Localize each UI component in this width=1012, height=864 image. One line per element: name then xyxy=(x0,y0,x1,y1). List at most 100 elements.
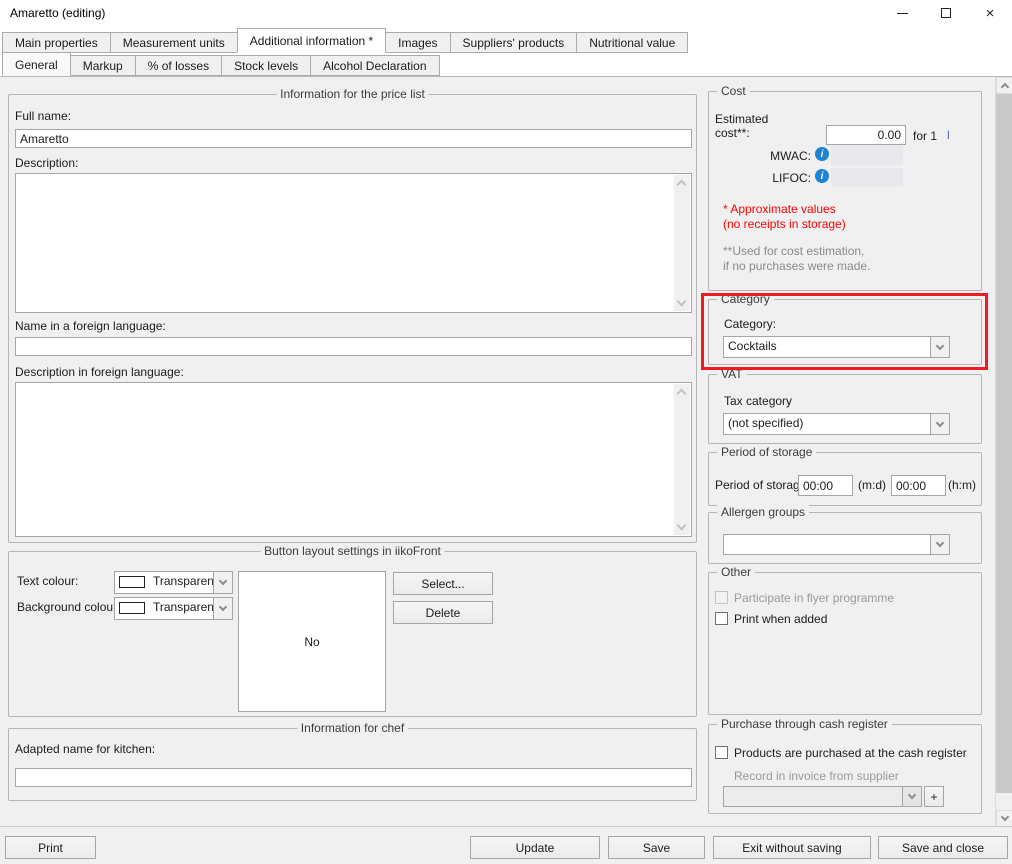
scroll-up-icon xyxy=(677,389,687,399)
text-colour-combo[interactable]: Transparent xyxy=(114,571,233,594)
subtab-stock-levels[interactable]: Stock levels xyxy=(221,55,311,76)
button-layout-group: Button layout settings in iikoFront Text… xyxy=(8,551,697,717)
flyer-programme-checkbox xyxy=(715,591,728,604)
colour-swatch-icon xyxy=(119,576,145,588)
tab-main-properties[interactable]: Main properties xyxy=(2,32,111,53)
exit-without-saving-button[interactable]: Exit without saving xyxy=(713,836,871,859)
dropdown-button[interactable] xyxy=(930,337,949,357)
tab-images[interactable]: Images xyxy=(385,32,450,53)
vat-group: VAT Tax category (not specified) xyxy=(708,374,982,444)
foreign-description-textarea[interactable] xyxy=(15,382,692,537)
estimated-cost-input[interactable] xyxy=(826,125,906,145)
sub-tab-strip: General Markup % of losses Stock levels … xyxy=(2,52,439,76)
cost-group: Cost Estimated cost**: for 1 l MWAC: i L… xyxy=(708,91,982,291)
dropdown-button[interactable] xyxy=(930,414,949,434)
subtab-losses[interactable]: % of losses xyxy=(135,55,222,76)
foreign-description-scrollbar[interactable] xyxy=(674,384,690,535)
full-name-input[interactable] xyxy=(15,129,692,148)
tab-nutritional-value[interactable]: Nutritional value xyxy=(576,32,688,53)
foreign-name-label: Name in a foreign language: xyxy=(15,319,166,333)
scroll-down-icon xyxy=(677,297,687,307)
text-colour-label: Text colour: xyxy=(17,574,78,588)
cost-estimation-note: **Used for cost estimation, if no purcha… xyxy=(723,244,870,274)
adapted-name-input[interactable] xyxy=(15,768,692,787)
close-button[interactable]: × xyxy=(968,0,1012,26)
allergen-combo[interactable] xyxy=(723,534,950,555)
vertical-scrollbar[interactable] xyxy=(995,77,1012,827)
foreign-description-label: Description in foreign language: xyxy=(15,365,184,379)
scroll-down-icon xyxy=(677,521,687,531)
adapted-name-label: Adapted name for kitchen: xyxy=(15,742,155,756)
general-tab-page: Information for the price list Full name… xyxy=(0,76,1012,826)
category-label: Category: xyxy=(724,317,776,331)
vat-group-title: VAT xyxy=(717,367,747,381)
scroll-up-icon xyxy=(677,180,687,190)
text-colour-value: Transparent xyxy=(149,572,213,593)
cost-per-label: for 1 xyxy=(913,129,937,143)
description-textarea[interactable] xyxy=(15,173,692,313)
other-group-title: Other xyxy=(717,565,755,579)
subtab-markup[interactable]: Markup xyxy=(70,55,136,76)
tax-category-value: (not specified) xyxy=(724,414,930,434)
maximize-button[interactable] xyxy=(924,0,968,26)
foreign-name-input[interactable] xyxy=(15,337,692,356)
chevron-up-icon xyxy=(1000,83,1008,91)
colour-swatch-icon xyxy=(119,602,145,614)
dropdown-button[interactable] xyxy=(213,598,232,619)
subtab-alcohol-declaration[interactable]: Alcohol Declaration xyxy=(310,55,439,76)
button-preview-text: No xyxy=(304,635,319,649)
print-button[interactable]: Print xyxy=(5,836,96,859)
purchase-group-title: Purchase through cash register xyxy=(717,717,892,731)
chef-info-group-title: Information for chef xyxy=(297,721,408,735)
storage-md-input[interactable] xyxy=(798,475,853,496)
subtab-general[interactable]: General xyxy=(2,52,71,76)
mwac-label: MWAC: xyxy=(729,149,811,163)
scrollbar-down-button[interactable] xyxy=(996,810,1012,827)
category-combo[interactable]: Cocktails xyxy=(723,336,950,358)
footer-bar: Print Update Save Exit without saving Sa… xyxy=(0,826,1012,864)
price-list-group-title: Information for the price list xyxy=(276,87,429,101)
minimize-button[interactable] xyxy=(880,0,924,26)
tab-suppliers-products[interactable]: Suppliers' products xyxy=(450,32,578,53)
dropdown-button[interactable] xyxy=(930,535,949,554)
supplier-record-combo xyxy=(723,786,922,807)
scrollbar-up-button[interactable] xyxy=(996,77,1012,94)
purchased-at-register-checkbox[interactable] xyxy=(715,746,728,759)
tax-category-combo[interactable]: (not specified) xyxy=(723,413,950,435)
print-when-added-checkbox[interactable] xyxy=(715,612,728,625)
chevron-down-icon xyxy=(908,791,916,799)
chevron-down-icon xyxy=(1000,813,1008,821)
dropdown-button[interactable] xyxy=(213,572,232,593)
close-icon: × xyxy=(986,6,995,21)
delete-image-button[interactable]: Delete xyxy=(393,601,493,624)
select-image-button[interactable]: Select... xyxy=(393,572,493,595)
storage-hm-input[interactable] xyxy=(891,475,946,496)
warning-line-1: * Approximate values xyxy=(723,202,846,217)
lifoc-info-icon[interactable]: i xyxy=(815,169,829,183)
mwac-info-icon[interactable]: i xyxy=(815,147,829,161)
background-colour-value: Transparent xyxy=(149,598,213,619)
allergen-group: Allergen groups xyxy=(708,512,982,564)
update-button[interactable]: Update xyxy=(470,836,600,859)
save-and-close-button[interactable]: Save and close xyxy=(878,836,1008,859)
flyer-programme-label: Participate in flyer programme xyxy=(734,591,894,605)
purchase-group: Purchase through cash register Products … xyxy=(708,724,982,814)
tab-measurement-units[interactable]: Measurement units xyxy=(110,32,238,53)
storage-group-title: Period of storage xyxy=(717,445,816,459)
category-group-title: Category xyxy=(717,292,774,306)
description-scrollbar[interactable] xyxy=(674,175,690,311)
add-supplier-record-button[interactable]: + xyxy=(924,786,944,807)
scrollbar-thumb[interactable] xyxy=(996,94,1012,793)
cost-unit-link[interactable]: l xyxy=(947,128,950,142)
storage-hm-unit-label: (h:m) xyxy=(948,478,976,492)
tab-additional-information[interactable]: Additional information * xyxy=(237,28,386,53)
other-group: Other Participate in flyer programme Pri… xyxy=(708,572,982,715)
save-button[interactable]: Save xyxy=(608,836,705,859)
tax-category-label: Tax category xyxy=(724,394,792,408)
price-list-group: Information for the price list Full name… xyxy=(8,94,697,543)
category-group: Category Category: Cocktails xyxy=(708,299,982,365)
chevron-down-icon xyxy=(936,539,944,547)
background-colour-combo[interactable]: Transparent xyxy=(114,597,233,620)
button-layout-group-title: Button layout settings in iikoFront xyxy=(260,544,445,558)
note-line-1: **Used for cost estimation, xyxy=(723,244,870,259)
